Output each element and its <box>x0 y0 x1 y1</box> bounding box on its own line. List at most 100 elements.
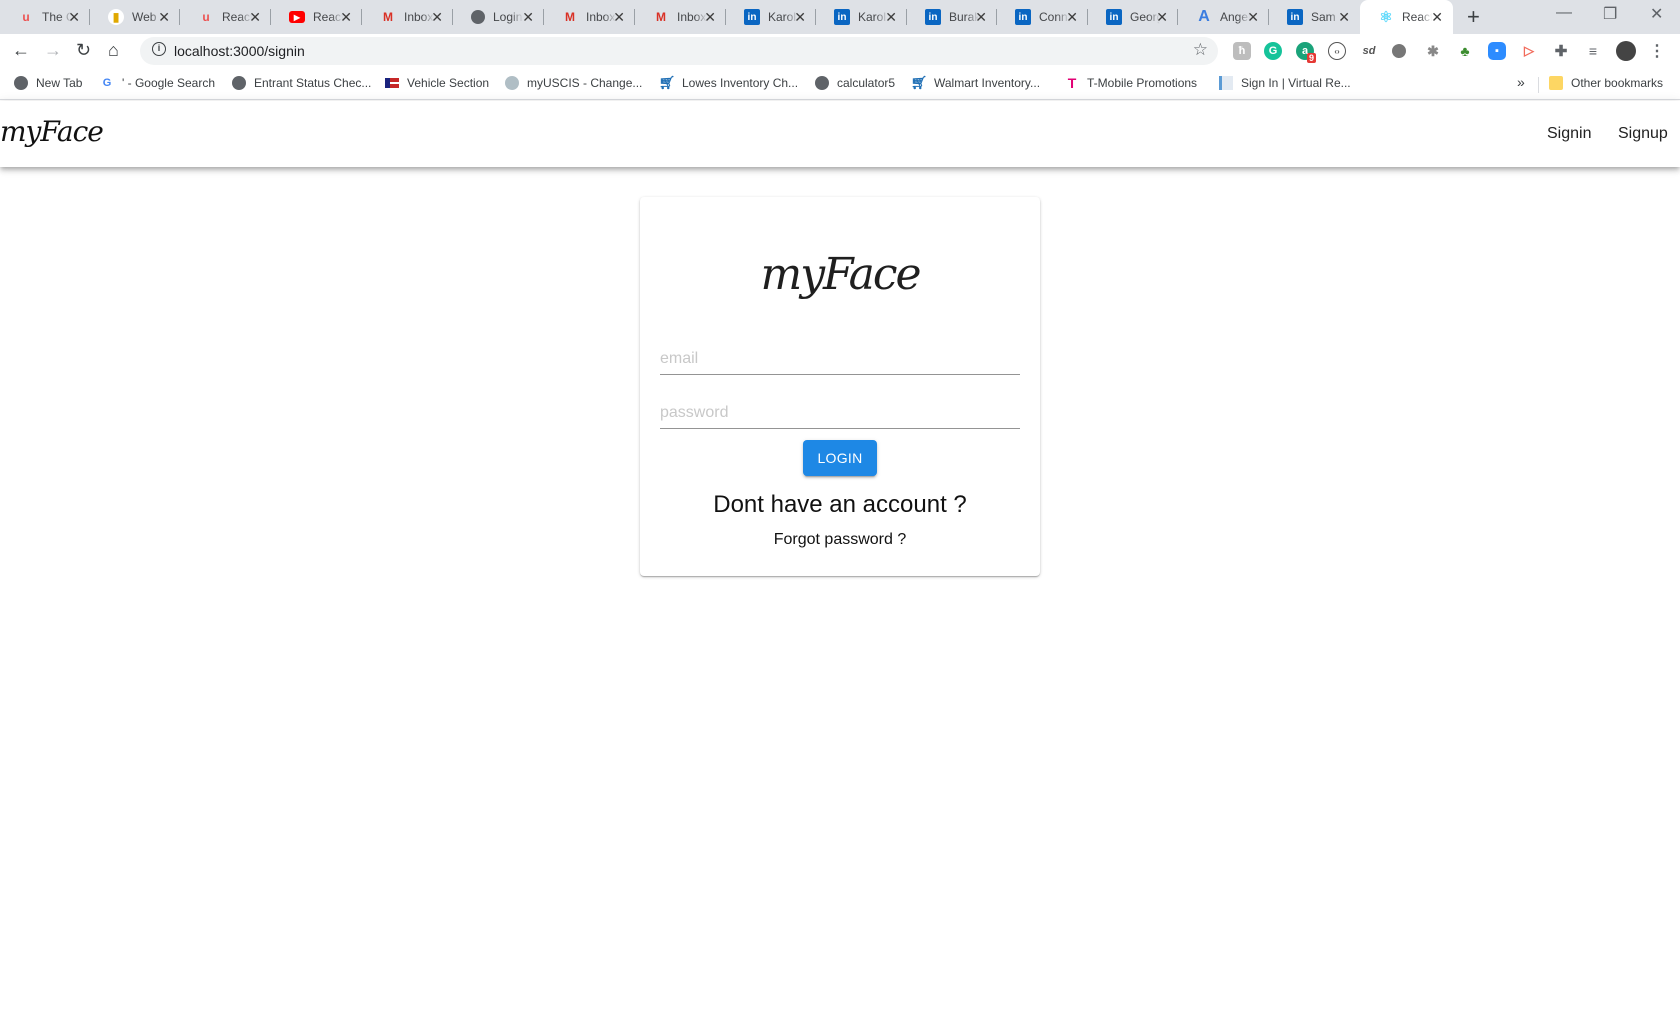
browser-tab[interactable]: in Karol ✕ <box>726 0 816 34</box>
browser-tab[interactable]: ▮ Web ✕ <box>90 0 180 34</box>
browser-toolbar: ← → ↻ ⌂ i localhost:3000/signin ☆ ħ G a … <box>0 34 1680 68</box>
browser-tab[interactable]: M Inbox ✕ <box>362 0 453 34</box>
signup-prompt-link[interactable]: Dont have an account ? <box>640 491 1040 519</box>
angel-icon: A <box>1198 8 1210 25</box>
reload-button[interactable]: ↻ <box>76 40 91 61</box>
linkedin-icon: in <box>1015 9 1031 25</box>
extension-h-icon[interactable]: ħ <box>1233 42 1251 60</box>
close-tab-icon[interactable]: ✕ <box>1431 9 1443 26</box>
password-field[interactable] <box>660 397 1020 429</box>
close-tab-icon[interactable]: ✕ <box>1156 9 1168 26</box>
card-logo: myFace <box>760 249 921 300</box>
browser-tab[interactable]: M Inbox ✕ <box>544 0 635 34</box>
info-icon[interactable]: i <box>152 42 166 56</box>
flag-icon <box>385 78 399 88</box>
zoom-extension-icon[interactable]: ▪ <box>1488 42 1506 60</box>
bookmark-item[interactable]: 🛒︎ Walmart Inventory... <box>910 75 1040 90</box>
browser-tab[interactable]: in Karol ✕ <box>816 0 907 34</box>
browser-tab[interactable]: A Angel ✕ <box>1178 0 1269 34</box>
close-tab-icon[interactable]: ✕ <box>68 9 80 26</box>
menu-kebab-icon[interactable]: ⋮ <box>1648 42 1666 60</box>
new-tab-button[interactable]: + <box>1467 4 1480 30</box>
globe-icon <box>815 76 829 90</box>
home-button[interactable]: ⌂ <box>108 40 119 61</box>
profile-avatar[interactable] <box>1616 41 1636 61</box>
close-tab-icon[interactable]: ✕ <box>704 9 716 26</box>
bookmark-item[interactable]: Sign In | Virtual Re... <box>1219 76 1351 90</box>
forward-button[interactable]: → <box>44 40 62 61</box>
back-button[interactable]: ← <box>12 40 30 61</box>
address-bar[interactable]: i localhost:3000/signin ☆ <box>140 37 1218 65</box>
globe-icon <box>14 76 28 90</box>
app-header: myFace Signin Signup <box>0 101 1680 167</box>
close-tab-icon[interactable]: ✕ <box>522 9 534 26</box>
bookmark-item[interactable]: G ' - Google Search <box>100 76 215 90</box>
gmail-icon: M <box>656 10 666 24</box>
extension-circle-icon[interactable] <box>1392 44 1406 58</box>
signin-card: myFace LOGIN Dont have an account ? Forg… <box>640 197 1040 576</box>
bookmark-item[interactable]: calculator5 <box>815 76 895 90</box>
bookmarks-bar: New Tab G ' - Google Search Entrant Statu… <box>0 68 1680 100</box>
browser-tab[interactable]: in Sam ✕ <box>1269 0 1360 34</box>
url-text[interactable]: localhost:3000/signin <box>174 43 305 59</box>
close-tab-icon[interactable]: ✕ <box>340 9 352 26</box>
browser-tab-active[interactable]: ⚛ React ✕ <box>1360 0 1453 34</box>
browser-tab[interactable]: Login ✕ <box>453 0 544 34</box>
close-tab-icon[interactable]: ✕ <box>613 9 625 26</box>
nav-signin-link[interactable]: Signin <box>1547 125 1591 143</box>
extension-play-icon[interactable]: ▷ <box>1520 42 1538 60</box>
close-tab-icon[interactable]: ✕ <box>158 9 170 26</box>
close-tab-icon[interactable]: ✕ <box>431 9 443 26</box>
forgot-password-link[interactable]: Forgot password ? <box>640 531 1040 549</box>
nav-signup-link[interactable]: Signup <box>1618 125 1668 143</box>
bookmark-item[interactable]: New Tab <box>14 76 82 90</box>
restore-button[interactable]: ❐ <box>1603 4 1617 24</box>
close-tab-icon[interactable]: ✕ <box>885 9 897 26</box>
browser-tab[interactable]: u React ✕ <box>180 0 271 34</box>
extension-sd-icon[interactable]: sd <box>1360 42 1378 60</box>
grammarly-icon[interactable]: G <box>1264 42 1282 60</box>
browser-tab[interactable]: in Burak ✕ <box>907 0 997 34</box>
browser-tab[interactable]: in Georg ✕ <box>1088 0 1178 34</box>
extension-bug-icon[interactable]: ✱ <box>1424 42 1442 60</box>
close-tab-icon[interactable]: ✕ <box>1066 9 1078 26</box>
linkedin-icon: in <box>925 9 941 25</box>
dhs-seal-icon <box>505 76 519 90</box>
email-field[interactable] <box>660 343 1020 375</box>
globe-icon <box>471 10 485 24</box>
close-tab-icon[interactable]: ✕ <box>1338 9 1350 26</box>
close-tab-icon[interactable]: ✕ <box>794 9 806 26</box>
linkedin-icon: in <box>1287 9 1303 25</box>
close-tab-icon[interactable]: ✕ <box>249 9 261 26</box>
browser-tab[interactable]: in Conn ✕ <box>997 0 1088 34</box>
login-button[interactable]: LOGIN <box>803 440 877 476</box>
folder-icon <box>1549 76 1563 90</box>
react-icon: ⚛ <box>1379 9 1393 26</box>
browser-tab[interactable]: ▶ React ✕ <box>271 0 362 34</box>
media-control-icon[interactable]: ≡ <box>1584 42 1602 60</box>
cart-icon: 🛒︎ <box>910 75 928 90</box>
bookmark-item[interactable]: 🛒︎ Lowes Inventory Ch... <box>659 75 798 90</box>
browser-tab[interactable]: M Inbox ✕ <box>635 0 726 34</box>
bookmark-item[interactable]: Entrant Status Chec... <box>232 76 371 90</box>
minimize-button[interactable]: — <box>1556 4 1572 22</box>
globe-icon <box>232 76 246 90</box>
linkedin-icon: in <box>1106 9 1122 25</box>
web-app-icon: ▮ <box>108 9 124 25</box>
bookmark-star-icon[interactable]: ☆ <box>1193 40 1208 60</box>
gmail-icon: M <box>383 10 393 24</box>
bookmarks-overflow-button[interactable]: » <box>1517 74 1525 90</box>
browser-tab[interactable]: u The Complete ✕ <box>0 0 90 34</box>
bookmark-item[interactable]: myUSCIS - Change... <box>505 76 642 90</box>
close-tab-icon[interactable]: ✕ <box>975 9 987 26</box>
bookmark-item[interactable]: T T-Mobile Promotions <box>1065 75 1197 91</box>
extensions-puzzle-icon[interactable]: ✚ <box>1552 42 1570 60</box>
google-icon: G <box>102 77 112 89</box>
close-window-button[interactable]: ✕ <box>1650 4 1663 24</box>
extension-html-tree-icon[interactable]: ♣ <box>1456 42 1474 60</box>
brand-logo[interactable]: myFace <box>0 115 104 148</box>
other-bookmarks[interactable]: Other bookmarks <box>1549 76 1663 90</box>
close-tab-icon[interactable]: ✕ <box>1247 9 1259 26</box>
extension-code-icon[interactable]: ‹› <box>1328 42 1346 60</box>
bookmark-item[interactable]: Vehicle Section <box>385 76 489 90</box>
